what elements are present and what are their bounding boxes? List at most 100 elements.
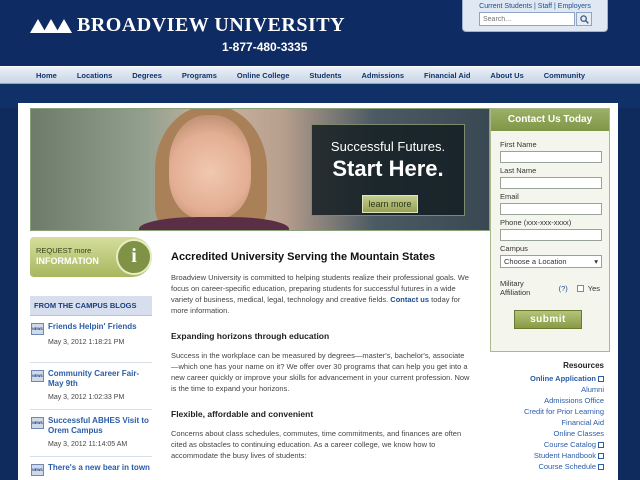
blog-date: May 3, 2012 11:14:05 AM	[48, 441, 128, 448]
resource-link[interactable]: Online Classes	[494, 428, 604, 439]
intro-paragraph: Broadview University is committed to hel…	[171, 272, 471, 316]
resources-list: Resources Online Application Alumni Admi…	[494, 361, 604, 472]
article: Accredited University Serving the Mounta…	[171, 251, 471, 461]
learn-more-button[interactable]: learn more	[362, 195, 418, 213]
resource-label: Financial Aid	[561, 418, 604, 427]
resource-label: Online Application	[530, 374, 596, 383]
blog-title-link[interactable]: Friends Helpin' Friends	[48, 322, 152, 332]
search-button[interactable]	[576, 12, 592, 26]
chevron-down-icon: ▾	[594, 257, 598, 266]
hero-photo	[169, 115, 251, 219]
section-heading: Flexible, affordable and convenient	[171, 409, 314, 419]
nav-financial-aid[interactable]: Financial Aid	[414, 67, 480, 83]
search-input[interactable]	[479, 12, 575, 26]
section-heading: Expanding horizons through education	[171, 331, 330, 341]
last-name-label: Last Name	[500, 166, 537, 175]
utility-box: Current Students | Staff | Employers	[462, 0, 608, 32]
blog-title-link[interactable]: There's a new bear in town	[48, 463, 152, 473]
resource-label: Course Catalog	[543, 440, 596, 449]
news-icon: NEWS	[31, 464, 44, 476]
resources-title: Resources	[563, 361, 604, 370]
nav-home[interactable]: Home	[26, 67, 67, 83]
resource-label: Student Handbook	[533, 451, 596, 460]
blog-title-link[interactable]: Successful ABHES Visit to Orem Campus	[48, 416, 152, 436]
utility-links: Current Students | Staff | Employers	[479, 3, 591, 10]
resource-link[interactable]: Admissions Office	[494, 395, 604, 406]
staff-link[interactable]: Staff	[538, 3, 552, 10]
campus-select[interactable]: Choose a Location ▾	[500, 255, 602, 268]
news-icon: NEWS	[31, 417, 44, 429]
resource-label: Admissions Office	[544, 396, 604, 405]
nav-programs[interactable]: Programs	[172, 67, 227, 83]
resource-link[interactable]: Credit for Prior Learning	[494, 406, 604, 417]
page-title: Accredited University Serving the Mounta…	[171, 251, 436, 263]
request-info-button[interactable]: REQUEST more INFORMATION i	[30, 237, 152, 277]
nav-community[interactable]: Community	[534, 67, 595, 83]
resource-label: Online Classes	[553, 429, 604, 438]
external-link-icon	[598, 442, 604, 448]
search-icon	[579, 14, 589, 24]
resource-link[interactable]: Online Application	[494, 373, 604, 384]
military-checkbox[interactable]	[576, 284, 584, 292]
last-name-field[interactable]	[500, 177, 602, 189]
list-item: NEWS Community Career Fair- May 9th May …	[30, 363, 152, 410]
nav-students[interactable]: Students	[299, 67, 351, 83]
first-name-field[interactable]	[500, 151, 602, 163]
list-item: NEWS Friends Helpin' Friends May 3, 2012…	[30, 316, 152, 363]
resource-link[interactable]: Financial Aid	[494, 417, 604, 428]
external-link-icon	[598, 464, 604, 470]
list-item: NEWS There's a new bear in town	[30, 457, 152, 480]
military-row: Military Affiliation (?) Yes	[500, 279, 600, 297]
section-paragraph: Concerns about class schedules, commutes…	[171, 429, 462, 460]
nav-locations[interactable]: Locations	[67, 67, 122, 83]
nav-degrees[interactable]: Degrees	[122, 67, 172, 83]
blog-title-link[interactable]: Community Career Fair- May 9th	[48, 369, 152, 389]
logo-mark-icon	[30, 18, 72, 33]
military-option-label: Yes	[587, 283, 600, 293]
request-line-2: INFORMATION	[36, 256, 99, 266]
resource-label: Alumni	[581, 385, 604, 394]
campus-select-value: Choose a Location	[504, 257, 567, 266]
employers-link[interactable]: Employers	[558, 3, 591, 10]
email-field[interactable]	[500, 203, 602, 215]
hero-photo-shirt	[139, 217, 289, 230]
blog-date: May 3, 2012 1:02:33 PM	[48, 394, 125, 401]
contact-title: Contact Us Today	[491, 109, 609, 131]
resource-label: Credit for Prior Learning	[523, 407, 604, 416]
current-students-link[interactable]: Current Students	[479, 3, 532, 10]
hero-message: Successful Futures. Start Here. learn mo…	[311, 124, 465, 216]
external-link-icon	[598, 376, 604, 382]
site-header: Broadview University 1-877-480-3335 Curr…	[0, 0, 640, 66]
section-paragraph: Success in the workplace can be measured…	[171, 351, 470, 393]
hero-line-2: Start Here.	[332, 156, 444, 181]
phone-field[interactable]	[500, 229, 602, 241]
resource-link[interactable]: Course Schedule	[494, 461, 604, 472]
resource-label: Course Schedule	[538, 462, 596, 471]
info-icon: i	[116, 239, 152, 275]
nav-about-us[interactable]: About Us	[480, 67, 533, 83]
blogs-title: FROM THE CAMPUS BLOGS	[30, 296, 152, 316]
main-nav: Home Locations Degrees Programs Online C…	[0, 66, 640, 84]
news-icon: NEWS	[31, 370, 44, 382]
resource-link[interactable]: Student Handbook	[494, 450, 604, 461]
news-icon: NEWS	[31, 323, 44, 335]
nav-admissions[interactable]: Admissions	[352, 67, 415, 83]
campus-label: Campus	[500, 244, 528, 253]
first-name-label: First Name	[500, 140, 537, 149]
contact-us-link[interactable]: Contact us	[390, 295, 429, 304]
resource-link[interactable]: Course Catalog	[494, 439, 604, 450]
email-label: Email	[500, 192, 519, 201]
blog-date: May 3, 2012 1:18:21 PM	[48, 339, 125, 346]
request-line-1: REQUEST more	[36, 246, 92, 255]
nav-online-college[interactable]: Online College	[227, 67, 300, 83]
campus-blogs: FROM THE CAMPUS BLOGS NEWS Friends Helpi…	[30, 296, 152, 480]
submit-button[interactable]: submit	[514, 310, 582, 329]
military-help-link[interactable]: (?)	[559, 284, 568, 293]
military-label: Military Affiliation	[500, 279, 531, 297]
logo[interactable]: Broadview University	[30, 14, 345, 37]
main-content: Successful Futures. Start Here. learn mo…	[18, 103, 618, 480]
contact-form: Contact Us Today First Name Last Name Em…	[490, 108, 610, 352]
resource-link[interactable]: Alumni	[494, 384, 604, 395]
hero-banner: Successful Futures. Start Here. learn mo…	[30, 108, 490, 231]
list-item: NEWS Successful ABHES Visit to Orem Camp…	[30, 410, 152, 457]
